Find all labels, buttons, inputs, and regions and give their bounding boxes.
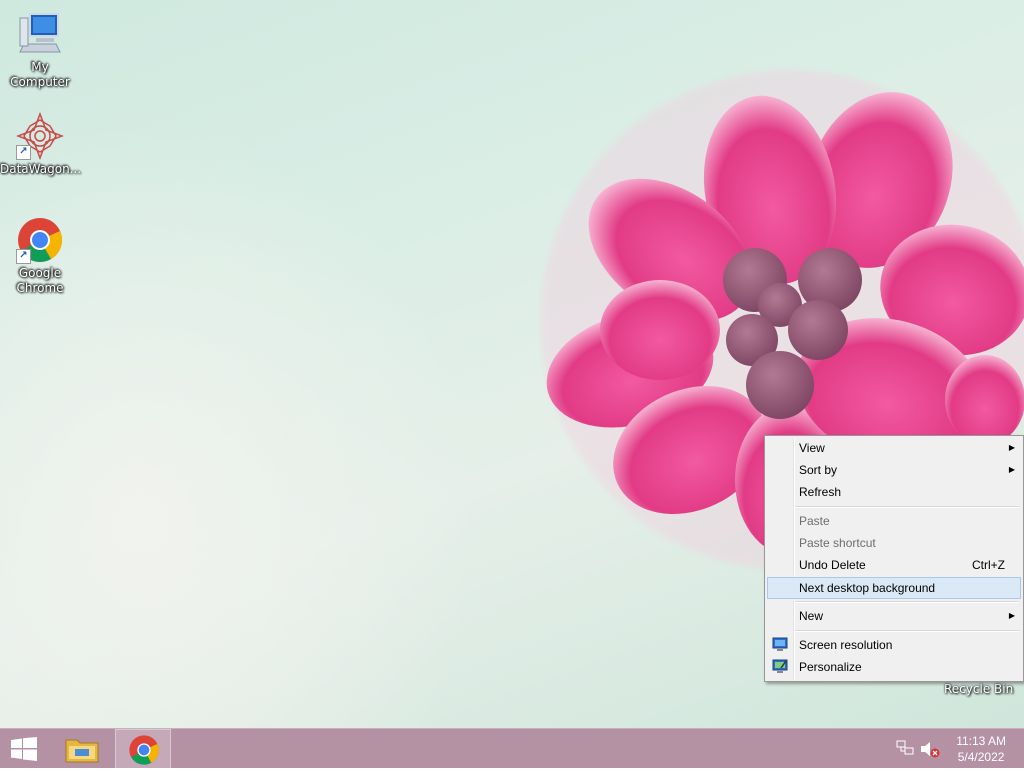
menu-item-new[interactable]: New ▶ (767, 605, 1021, 627)
desktop[interactable]: My Computer ↗ DataWagon... ↗ Google Chro… (0, 0, 1024, 728)
chrome-taskbar-button[interactable] (115, 729, 171, 769)
desktop-icon-label: Google Chrome (16, 266, 64, 295)
desktop-icon-google-chrome[interactable]: ↗ Google Chrome (0, 216, 80, 296)
computer-icon (16, 10, 64, 58)
menu-item-personalize[interactable]: Personalize (767, 656, 1021, 678)
file-explorer-button[interactable] (56, 729, 112, 769)
menu-item-paste-shortcut[interactable]: Paste shortcut (767, 532, 1021, 554)
menu-item-label: Personalize (799, 660, 862, 674)
file-explorer-icon (65, 735, 99, 766)
desktop-context-menu: View ▶ Sort by ▶ Refresh Paste Paste sho… (764, 435, 1024, 682)
menu-item-undo-delete[interactable]: Undo Delete Ctrl+Z (767, 554, 1021, 576)
chrome-icon: ↗ (16, 216, 64, 264)
menu-item-label: New (799, 609, 824, 623)
personalize-icon (772, 659, 788, 675)
menu-item-label: Screen resolution (799, 638, 893, 652)
volume-muted-icon[interactable] (920, 740, 940, 780)
menu-item-label: Paste shortcut (799, 536, 876, 550)
menu-item-view[interactable]: View ▶ (767, 437, 1021, 459)
menu-item-label: Paste (799, 514, 830, 528)
menu-item-shortcut: Ctrl+Z (972, 558, 1005, 572)
submenu-arrow-icon: ▶ (1008, 611, 1015, 620)
desktop-icon-label: DataWagon... (0, 162, 82, 176)
chrome-icon (128, 734, 160, 769)
menu-separator (795, 630, 1019, 632)
taskbar: 11:13 AM 5/4/2022 (0, 728, 1024, 769)
clock-time: 11:13 AM (956, 734, 1006, 748)
menu-item-next-desktop-background[interactable]: Next desktop background (767, 577, 1021, 599)
submenu-arrow-icon: ▶ (1008, 443, 1015, 452)
clock-date: 5/4/2022 (957, 750, 1005, 764)
menu-item-label: Sort by (799, 463, 838, 477)
menu-item-sort-by[interactable]: Sort by ▶ (767, 459, 1021, 481)
menu-item-label: Refresh (799, 485, 842, 499)
network-icon[interactable] (896, 740, 914, 780)
start-button[interactable] (0, 729, 56, 769)
submenu-arrow-icon: ▶ (1008, 465, 1015, 474)
desktop-icon-my-computer[interactable]: My Computer (0, 10, 80, 90)
menu-item-label: View (799, 441, 825, 455)
shortcut-arrow-icon: ↗ (16, 249, 31, 264)
system-clock[interactable]: 11:13 AM 5/4/2022 (956, 733, 1006, 765)
menu-item-label: Next desktop background (799, 581, 936, 595)
menu-separator (795, 506, 1019, 508)
monitor-icon (772, 637, 788, 653)
shortcut-arrow-icon: ↗ (16, 145, 31, 160)
windows-logo-icon (11, 737, 37, 764)
menu-item-label: Undo Delete (799, 558, 866, 572)
menu-item-screen-resolution[interactable]: Screen resolution (767, 634, 1021, 656)
menu-item-refresh[interactable]: Refresh (767, 481, 1021, 503)
menu-separator (795, 601, 1019, 603)
recycle-bin-label[interactable]: Recycle Bin (944, 682, 1013, 696)
menu-item-paste[interactable]: Paste (767, 510, 1021, 532)
desktop-icon-datawagon[interactable]: ↗ DataWagon... (0, 111, 82, 177)
datawagon-icon: ↗ (15, 111, 65, 161)
desktop-icon-label: My Computer (10, 60, 70, 89)
